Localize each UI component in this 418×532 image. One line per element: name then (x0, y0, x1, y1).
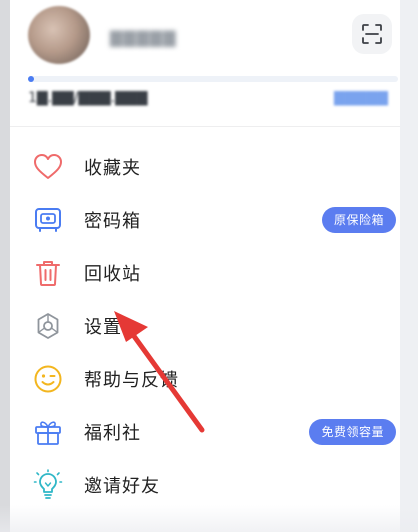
storage-manage-link[interactable]: ▇▇▇▇▇ (334, 90, 388, 106)
storage-progress-bar (28, 76, 398, 82)
username: ▇▇▇▇▇ (110, 28, 177, 47)
header-divider (10, 126, 400, 127)
badge-formerly-safe: 原保险箱 (321, 206, 396, 233)
scan-button[interactable] (352, 14, 392, 54)
profile-header: ▇▇▇▇▇ 1▇.▇▇/▇▇▇.▇▇▇ ▇▇▇▇▇ (10, 0, 400, 125)
menu-item-settings[interactable]: 设置 (10, 299, 400, 352)
menu-item-label: 回收站 (84, 263, 141, 285)
menu-item-recycle-bin[interactable]: 回收站 (10, 246, 400, 299)
gift-icon (32, 416, 64, 448)
menu-item-label: 收藏夹 (84, 157, 141, 179)
avatar[interactable] (28, 6, 90, 64)
safe-icon (32, 204, 64, 236)
menu-item-label: 帮助与反馈 (84, 369, 179, 391)
scan-icon (362, 24, 382, 44)
menu-item-welfare[interactable]: 福利社 免费领容量 (10, 405, 400, 458)
trash-icon (32, 257, 64, 289)
lightbulb-icon (32, 468, 64, 501)
heart-icon (32, 151, 64, 183)
menu-item-label: 福利社 (84, 422, 141, 444)
menu-item-label: 密码箱 (84, 210, 141, 232)
menu-item-label: 设置 (84, 316, 122, 338)
menu-item-favorites[interactable]: 收藏夹 (10, 140, 400, 193)
menu-item-invite-friends[interactable]: 邀请好友 (10, 458, 400, 511)
background-strip (400, 0, 418, 532)
smiley-icon (32, 363, 64, 395)
side-menu-panel: ▇▇▇▇▇ 1▇.▇▇/▇▇▇.▇▇▇ ▇▇▇▇▇ 收藏夹 密码箱 原保险箱 回… (10, 0, 400, 532)
menu-item-password-box[interactable]: 密码箱 原保险箱 (10, 193, 400, 246)
storage-usage-text: 1▇.▇▇/▇▇▇.▇▇▇ (28, 90, 148, 106)
storage-progress-fill (28, 76, 34, 82)
gear-icon (32, 310, 64, 342)
menu-item-label: 邀请好友 (84, 475, 160, 497)
badge-free-storage[interactable]: 免费领容量 (309, 418, 396, 445)
menu-list: 收藏夹 密码箱 原保险箱 回收站 设置 帮助与反馈 福利社 免费领容量 邀请好友 (10, 140, 400, 511)
menu-item-help-feedback[interactable]: 帮助与反馈 (10, 352, 400, 405)
